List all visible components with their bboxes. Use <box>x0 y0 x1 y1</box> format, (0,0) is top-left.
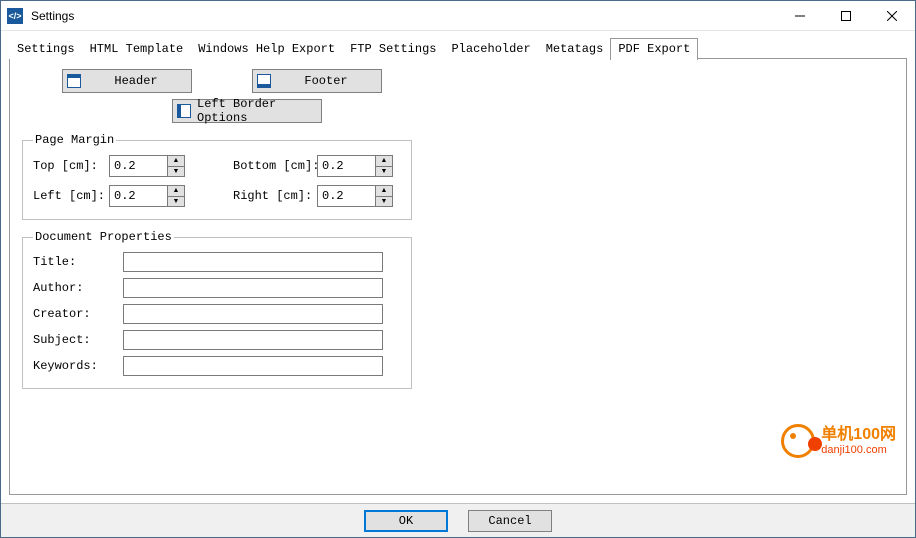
document-properties-group: Document Properties Title: Author: Creat… <box>22 230 412 389</box>
close-icon <box>887 11 897 21</box>
subject-input[interactable] <box>123 330 383 350</box>
header-button[interactable]: Header <box>62 69 192 93</box>
bottom-spin-buttons: ▲ ▼ <box>375 155 393 177</box>
footer-button[interactable]: Footer <box>252 69 382 93</box>
window-title: Settings <box>29 9 777 23</box>
footer-icon <box>257 74 271 88</box>
watermark-line2: danji100.com <box>821 444 896 456</box>
app-icon: </> <box>7 8 23 24</box>
window-controls <box>777 1 915 30</box>
close-button[interactable] <box>869 1 915 30</box>
right-spinner: ▲ ▼ <box>317 185 395 207</box>
tab-ftp-settings[interactable]: FTP Settings <box>342 38 444 59</box>
minimize-button[interactable] <box>777 1 823 30</box>
header-footer-row: Header Footer <box>22 69 894 93</box>
page-margin-grid: Top [cm]: ▲ ▼ Bottom [cm]: ▲ <box>33 155 401 207</box>
subject-label: Subject: <box>33 333 123 347</box>
top-spinner: ▲ ▼ <box>109 155 187 177</box>
top-spin-buttons: ▲ ▼ <box>167 155 185 177</box>
settings-window: </> Settings Settings HTML Template Wind… <box>0 0 916 538</box>
left-border-row: Left Border Options <box>22 99 894 123</box>
right-label: Right [cm]: <box>233 189 317 203</box>
tab-html-template[interactable]: HTML Template <box>82 38 192 59</box>
bottom-spin-up[interactable]: ▲ <box>376 156 392 167</box>
watermark-line1: 单机100网 <box>821 426 896 444</box>
watermark: 单机100网 danji100.com <box>781 424 896 458</box>
header-icon <box>67 74 81 88</box>
keywords-label: Keywords: <box>33 359 123 373</box>
left-label: Left [cm]: <box>33 189 109 203</box>
watermark-text: 单机100网 danji100.com <box>821 426 896 456</box>
footer-button-label: Footer <box>277 74 381 88</box>
keywords-input[interactable] <box>123 356 383 376</box>
content-area: Settings HTML Template Windows Help Expo… <box>1 31 915 503</box>
creator-input[interactable] <box>123 304 383 324</box>
top-spin-down[interactable]: ▼ <box>168 167 184 177</box>
left-spin-up[interactable]: ▲ <box>168 186 184 197</box>
title-input[interactable] <box>123 252 383 272</box>
right-spin-up[interactable]: ▲ <box>376 186 392 197</box>
author-input[interactable] <box>123 278 383 298</box>
maximize-button[interactable] <box>823 1 869 30</box>
top-label: Top [cm]: <box>33 159 109 173</box>
title-label: Title: <box>33 255 123 269</box>
left-input[interactable] <box>109 185 167 207</box>
tab-placeholder[interactable]: Placeholder <box>443 38 538 59</box>
left-spin-buttons: ▲ ▼ <box>167 185 185 207</box>
left-spin-down[interactable]: ▼ <box>168 197 184 207</box>
right-input[interactable] <box>317 185 375 207</box>
author-label: Author: <box>33 281 123 295</box>
tab-pdf-export[interactable]: PDF Export <box>610 38 698 60</box>
top-spin-up[interactable]: ▲ <box>168 156 184 167</box>
bottom-spinner: ▲ ▼ <box>317 155 395 177</box>
titlebar: </> Settings <box>1 1 915 31</box>
page-margin-group: Page Margin Top [cm]: ▲ ▼ Bottom [cm]: <box>22 133 412 220</box>
header-button-label: Header <box>87 74 191 88</box>
document-properties-grid: Title: Author: Creator: Subject: Keyword… <box>33 252 401 376</box>
cancel-button[interactable]: Cancel <box>468 510 552 532</box>
creator-label: Creator: <box>33 307 123 321</box>
right-spin-down[interactable]: ▼ <box>376 197 392 207</box>
tab-windows-help-export[interactable]: Windows Help Export <box>190 38 343 59</box>
page-margin-legend: Page Margin <box>33 133 116 147</box>
dialog-button-bar: OK Cancel <box>1 503 915 537</box>
tab-body: Header Footer Left Border Options Page M… <box>9 59 907 495</box>
tab-strip: Settings HTML Template Windows Help Expo… <box>9 37 907 59</box>
right-spin-buttons: ▲ ▼ <box>375 185 393 207</box>
bottom-spin-down[interactable]: ▼ <box>376 167 392 177</box>
minimize-icon <box>795 11 805 21</box>
tab-settings[interactable]: Settings <box>9 38 83 59</box>
bottom-input[interactable] <box>317 155 375 177</box>
top-input[interactable] <box>109 155 167 177</box>
ok-button[interactable]: OK <box>364 510 448 532</box>
tab-metatags[interactable]: Metatags <box>538 38 612 59</box>
maximize-icon <box>841 11 851 21</box>
left-border-options-button[interactable]: Left Border Options <box>172 99 322 123</box>
left-spinner: ▲ ▼ <box>109 185 187 207</box>
bottom-label: Bottom [cm]: <box>233 159 317 173</box>
left-border-label: Left Border Options <box>197 97 321 125</box>
watermark-icon <box>781 424 815 458</box>
document-properties-legend: Document Properties <box>33 230 174 244</box>
left-border-icon <box>177 104 191 118</box>
